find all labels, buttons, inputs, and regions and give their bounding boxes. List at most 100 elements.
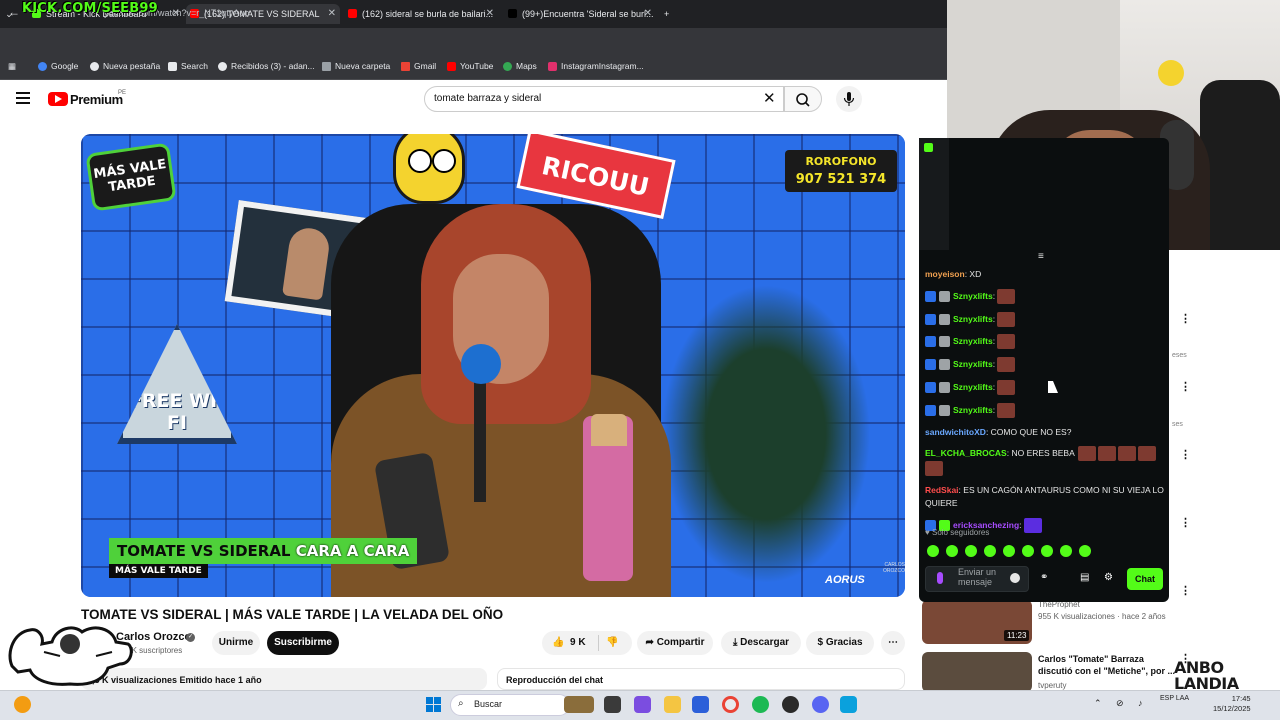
chat-send-button[interactable]: Chat — [1127, 568, 1163, 590]
youtube-favicon-icon — [348, 9, 357, 18]
weather-icon[interactable] — [14, 696, 31, 713]
bookmark-folder[interactable]: Nueva carpeta — [322, 61, 390, 71]
chat-username[interactable]: RedSkai — [925, 485, 959, 495]
emote-icon[interactable] — [1060, 545, 1072, 557]
quick-emote-row[interactable] — [927, 544, 1117, 558]
taskbar-clock[interactable]: 17:45 15/12/2025 — [1213, 694, 1251, 714]
tab-tiktok[interactable]: (99+)Encuentra 'Sideral se burl... ✕ — [504, 4, 656, 24]
windows-start-icon[interactable] — [426, 697, 441, 712]
close-tab-icon[interactable]: ✕ — [486, 4, 494, 24]
thumbs-up-icon[interactable]: 👍 — [552, 631, 564, 655]
discord-icon[interactable] — [812, 696, 829, 713]
menu-hamburger-icon[interactable] — [16, 92, 30, 104]
chat-username[interactable]: Sznyxlifts — [953, 405, 993, 415]
chat-username[interactable]: sandwichitoXD — [925, 427, 986, 437]
emoji-picker-icon[interactable] — [1010, 573, 1020, 583]
close-tab-icon[interactable]: ✕ — [328, 4, 336, 24]
app-icon[interactable] — [840, 696, 857, 713]
chat-username[interactable]: Sznyxlifts — [953, 382, 993, 392]
language-indicator[interactable]: ESP LAA — [1160, 694, 1189, 704]
clear-search-icon[interactable]: ✕ — [763, 89, 776, 107]
chat-badge-icon — [925, 404, 936, 416]
tab-youtube-2[interactable]: (162) sideral se burla de bailari... ✕ — [344, 4, 498, 24]
file-explorer-icon[interactable] — [664, 696, 681, 713]
bookmarks-bar: ▦ Google Nueva pestaña Search Recibidos … — [0, 56, 947, 80]
thanks-button[interactable]: $ Gracias — [806, 631, 874, 655]
video-duration: 11:23 — [1004, 630, 1030, 641]
voice-input-icon[interactable] — [937, 572, 943, 584]
bookmark-inbox[interactable]: Recibidos (3) - adan... — [218, 61, 315, 71]
emote-icon[interactable] — [927, 545, 939, 557]
youtube-logo-icon[interactable] — [48, 92, 68, 106]
recommended-thumbnail[interactable] — [922, 652, 1032, 692]
youtube-premium-label[interactable]: Premium — [70, 92, 123, 107]
network-icon[interactable]: ⊘ — [1116, 698, 1124, 709]
video-menu-icon[interactable]: ⋮ — [1180, 584, 1191, 597]
subscribe-button[interactable]: Suscribirme — [267, 631, 339, 655]
link-icon[interactable]: ⚭ — [1040, 572, 1048, 583]
chrome-icon[interactable] — [722, 696, 739, 713]
mic-tray-icon[interactable]: ♪ — [1138, 698, 1143, 708]
thanks-label: Gracias — [825, 637, 863, 648]
close-tab-icon[interactable]: ✕ — [644, 4, 652, 24]
recommended-title[interactable]: Carlos "Tomate" Barraza discutió con el … — [1038, 653, 1178, 677]
emote-icon[interactable] — [965, 545, 977, 557]
like-dislike-group[interactable]: 👍 9 K 👎 — [542, 631, 632, 655]
emote-icon[interactable] — [946, 545, 958, 557]
teams-icon[interactable] — [634, 696, 651, 713]
taskbar-search-placeholder[interactable]: Buscar — [474, 699, 502, 709]
search-button[interactable] — [784, 86, 822, 112]
chat-filter-icon[interactable]: ≡ — [1038, 251, 1044, 262]
emote-icon[interactable] — [1041, 545, 1053, 557]
more-actions-icon[interactable]: ⋯ — [881, 631, 905, 655]
chat-username[interactable]: Sznyxlifts — [953, 359, 993, 369]
emote-icon[interactable] — [1022, 545, 1034, 557]
thumbs-down-icon[interactable]: 👎 — [606, 631, 618, 655]
chat-username[interactable]: EL_KCHA_BROCAS — [925, 448, 1007, 458]
bookmark-gmail[interactable]: Gmail — [401, 61, 436, 71]
video-menu-icon[interactable]: ⋮ — [1180, 380, 1191, 393]
chat-message: Sznyxlifts: — [925, 311, 1165, 327]
share-button[interactable]: ➦ Compartir — [637, 631, 713, 655]
back-arrow-icon[interactable]: ← — [8, 5, 20, 19]
video-menu-icon[interactable]: ⋮ — [1180, 516, 1191, 529]
taskbar-search-input[interactable] — [450, 694, 570, 716]
recommended-channel[interactable]: tvperuty — [1038, 681, 1066, 690]
emote-icon[interactable] — [984, 545, 996, 557]
search-value[interactable]: tomate barraza y sideral — [434, 93, 541, 104]
task-view-icon[interactable] — [604, 696, 621, 713]
download-button[interactable]: ⤓ Descargar — [721, 631, 801, 655]
chat-username[interactable]: Sznyxlifts — [953, 336, 993, 346]
chat-username[interactable]: Sznyxlifts — [953, 313, 993, 323]
tray-chevron-icon[interactable]: ⌃ — [1094, 698, 1102, 709]
chat-username[interactable]: Sznyxlifts — [953, 291, 993, 301]
maps-pin-icon — [503, 62, 512, 71]
chat-username[interactable]: moyeison — [925, 269, 965, 279]
store-app-icon[interactable] — [692, 696, 709, 713]
chat-replay-box[interactable]: Reproducción del chat — [497, 668, 905, 690]
video-player[interactable]: FREE WI-FI MÁS VALE TARDE RICOUU ROROFON… — [81, 134, 905, 597]
voice-search-button[interactable] — [836, 86, 862, 112]
obs-icon[interactable] — [782, 696, 799, 713]
video-menu-icon[interactable]: ⋮ — [1180, 312, 1191, 325]
settings-gear-icon[interactable]: ⚙ — [1104, 572, 1113, 583]
bookmark-maps[interactable]: Maps — [503, 61, 537, 71]
bookmark-youtube[interactable]: YouTube — [447, 61, 493, 71]
anbo-landia-logo: ANBO LANDIA — [1174, 658, 1239, 693]
chat-input-placeholder[interactable]: Enviar un mensaje — [958, 567, 1006, 587]
store-icon[interactable]: ▤ — [1080, 572, 1089, 583]
apps-grid-icon[interactable]: ▦ — [8, 61, 16, 72]
spotify-icon[interactable] — [752, 696, 769, 713]
search-highlight-icon[interactable] — [564, 696, 594, 713]
bookmark-instagram[interactable]: InstagramInstagram... — [548, 61, 644, 71]
description-box[interactable]: 1,5 K visualizaciones Emitido hace 1 año — [81, 668, 487, 690]
bookmark-new-tab[interactable]: Nueva pestaña — [90, 61, 160, 71]
emote-icon[interactable] — [1003, 545, 1015, 557]
bookmark-search[interactable]: Search — [168, 61, 208, 71]
emote-icon[interactable] — [1079, 545, 1091, 557]
video-menu-icon[interactable]: ⋮ — [1180, 448, 1191, 461]
bookmark-google[interactable]: Google — [38, 61, 78, 71]
banner-sub: MÁS VALE TARDE — [109, 564, 208, 578]
new-tab-button[interactable]: + — [660, 4, 680, 24]
join-button[interactable]: Unirme — [212, 631, 260, 655]
